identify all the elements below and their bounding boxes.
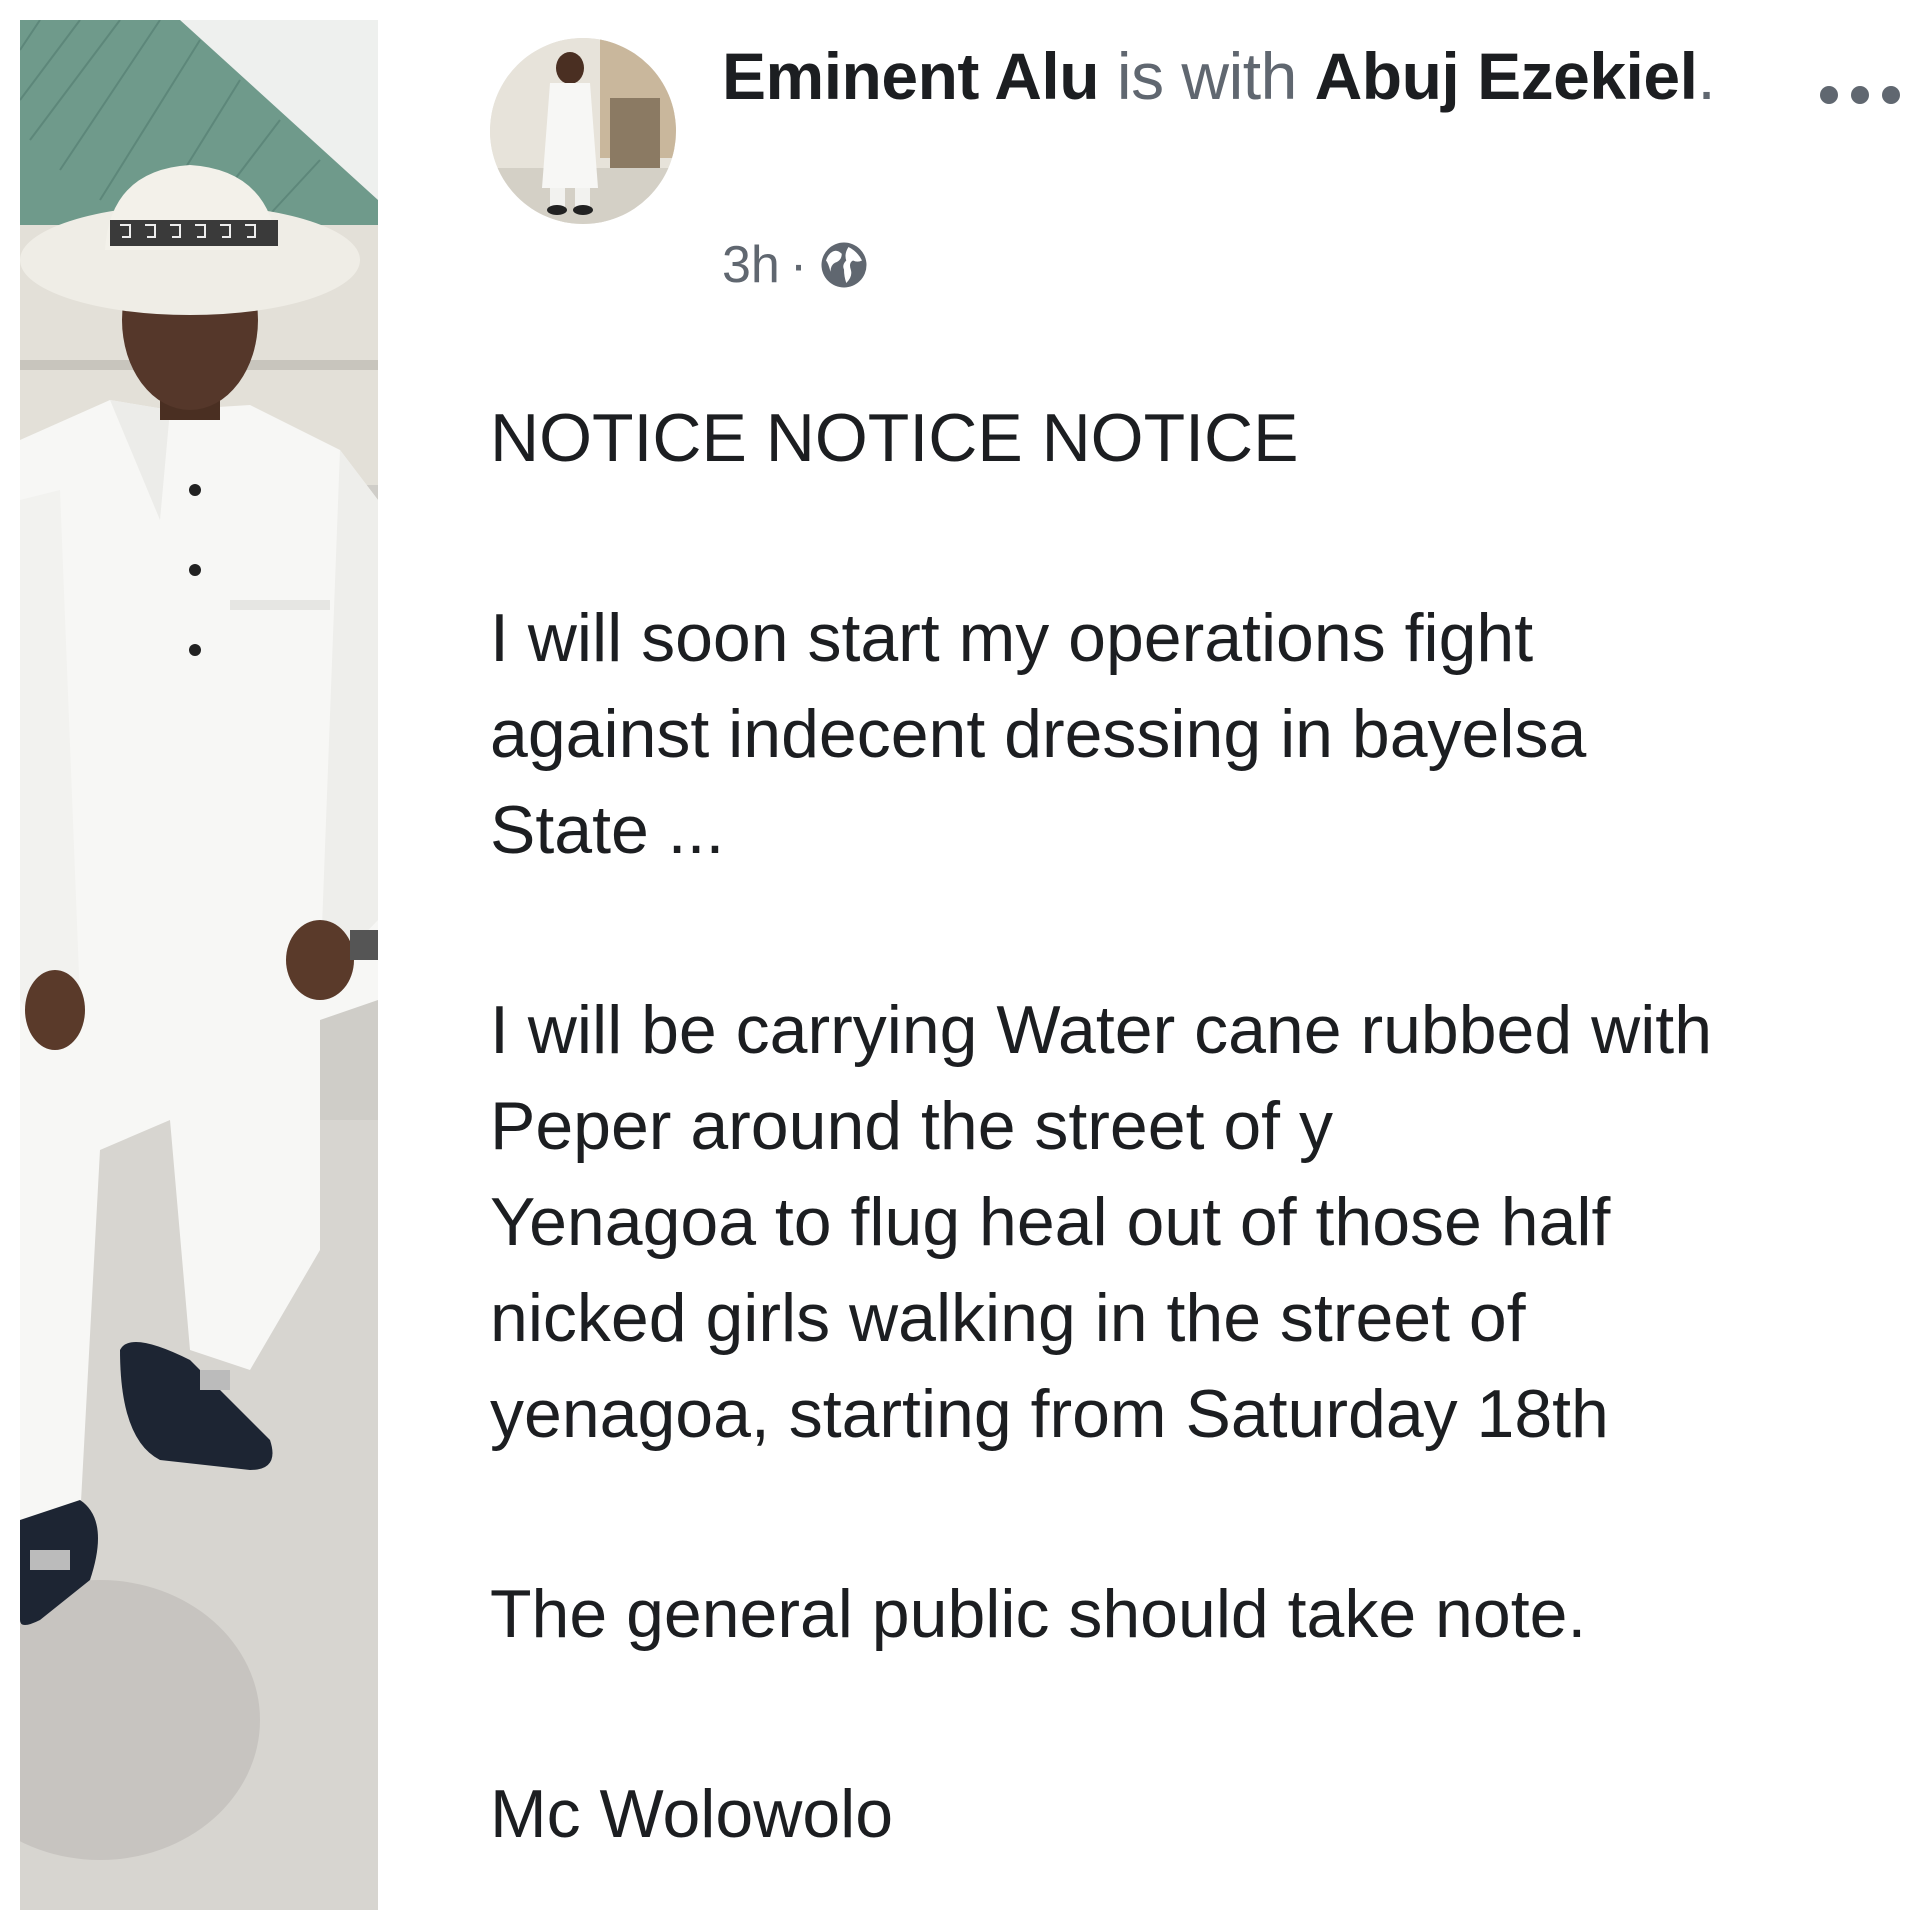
with-text: is with (1116, 39, 1297, 113)
tagged-name[interactable]: Abuj Ezekiel (1315, 39, 1698, 113)
globe-icon[interactable] (817, 238, 871, 292)
post-photo[interactable] (20, 20, 378, 1910)
author-name[interactable]: Eminent Alu (722, 39, 1100, 113)
body-line: nicked girls walking in the street of (490, 1280, 1526, 1356)
body-line: The general public should take note. (490, 1576, 1587, 1652)
body-line: Yenagoa to flug heal out of those half (490, 1184, 1611, 1260)
tagged-suffix: . (1697, 39, 1716, 113)
more-options-icon[interactable] (1820, 80, 1900, 110)
post-body: NOTICE NOTICE NOTICE I will soon start m… (490, 390, 1910, 1862)
post-heading: NOTICE NOTICE NOTICE (490, 400, 1299, 476)
post-meta: 3h · (722, 230, 871, 300)
body-line: I will be carrying Water cane rubbed wit… (490, 992, 1713, 1068)
body-line: State ... (490, 792, 725, 868)
body-line: yenagoa, starting from Saturday 18th (490, 1376, 1609, 1452)
body-line: I will soon start my operations fight (490, 600, 1534, 676)
meta-separator: · (789, 236, 808, 294)
author-avatar[interactable] (490, 38, 676, 224)
post-signature: Mc Wolowolo (490, 1776, 894, 1852)
post-header: Eminent Alu is with Abuj Ezekiel. (722, 30, 1722, 122)
body-line: against indecent dressing in bayelsa (490, 696, 1587, 772)
facebook-post: Eminent Alu is with Abuj Ezekiel. 3h · N… (490, 30, 1900, 1900)
post-timestamp[interactable]: 3h (722, 235, 780, 295)
body-line: Peper around the street of y (490, 1088, 1333, 1164)
